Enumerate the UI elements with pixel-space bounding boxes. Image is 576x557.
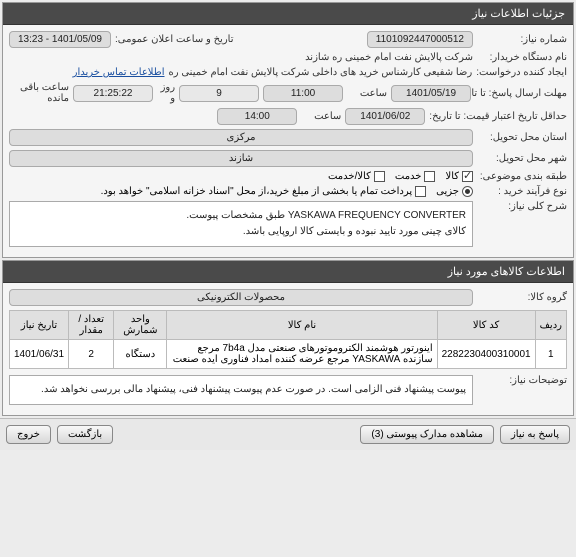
panel-body-items: گروه کالا: محصولات الکترونیکی ردیف کد کا…: [3, 283, 573, 415]
price-validity-date: 1401/06/02: [345, 108, 425, 125]
need-number-label: شماره نیاز:: [477, 34, 567, 45]
category-service-label: خدمت: [395, 171, 422, 182]
deadline-label: مهلت ارسال پاسخ: تا تاریخ:: [475, 88, 567, 99]
items-table: ردیف کد کالا نام کالا واحد شمارش تعداد /…: [9, 310, 567, 369]
days-left-mid: روز و: [157, 82, 175, 104]
contact-buyer-link[interactable]: اطلاعات تماس خریدار: [73, 67, 165, 78]
cell-date: 1401/06/31: [10, 340, 69, 369]
panel-header-details: جزئیات اطلاعات نیاز: [3, 3, 573, 25]
group-label: گروه کالا:: [477, 292, 567, 303]
process-partial[interactable]: جزیی: [436, 186, 473, 197]
category-goods-service-label: کالا/خدمت: [328, 171, 371, 182]
category-label: طبقه بندی موضوعی:: [477, 171, 567, 182]
checkbox-note-icon: [415, 186, 426, 197]
radio-partial-icon: [462, 186, 473, 197]
footer-toolbar: پاسخ به نیاز مشاهده مدارک پیوستی (3) باز…: [0, 418, 576, 450]
cell-idx: 1: [535, 340, 566, 369]
process-group: جزیی پرداخت تمام یا بخشی از مبلغ خرید،از…: [101, 186, 473, 197]
province-label: استان محل تحویل:: [477, 132, 567, 143]
col-code: کد کالا: [437, 311, 535, 340]
days-left-value: 9: [179, 85, 259, 102]
cell-code: 2282230400310001: [437, 340, 535, 369]
col-name: نام کالا: [167, 311, 437, 340]
requester-label: ایجاد کننده درخواست:: [476, 67, 567, 78]
table-header-row: ردیف کد کالا نام کالا واحد شمارش تعداد /…: [10, 311, 567, 340]
col-unit: واحد شمارش: [114, 311, 167, 340]
group-value: محصولات الکترونیکی: [9, 289, 473, 306]
category-goods-label: کالا: [445, 171, 459, 182]
announce-datetime-label: تاریخ و ساعت اعلان عمومی:: [115, 34, 234, 45]
requester-value: رضا شفیعی کارشناس خرید های داخلی شرکت پا…: [169, 67, 473, 78]
process-partial-label: جزیی: [436, 186, 459, 197]
process-note-check[interactable]: پرداخت تمام یا بخشی از مبلغ خرید،از محل …: [101, 186, 427, 197]
price-validity-label: حداقل تاریخ اعتبار قیمت: تا تاریخ:: [429, 111, 567, 122]
reply-button[interactable]: پاسخ به نیاز: [500, 425, 570, 444]
panel-body-details: شماره نیاز: 1101092447000512 تاریخ و ساع…: [3, 25, 573, 257]
deadline-time-label: ساعت: [347, 88, 387, 99]
province-value: مرکزی: [9, 129, 473, 146]
cell-qty: 2: [69, 340, 114, 369]
checkbox-service-icon: [424, 171, 435, 182]
time-remaining-value: 21:25:22: [73, 85, 153, 102]
col-row: ردیف: [535, 311, 566, 340]
col-date: تاریخ نیاز: [10, 311, 69, 340]
cell-unit: دستگاه: [114, 340, 167, 369]
col-qty: تعداد / مقدار: [69, 311, 114, 340]
time-remaining-suffix: ساعت باقی مانده: [9, 82, 69, 104]
process-note-label: پرداخت تمام یا بخشی از مبلغ خرید،از محل …: [101, 186, 413, 197]
panel-header-items: اطلاعات کالاهای مورد نیاز: [3, 261, 573, 283]
table-row[interactable]: 1 2282230400310001 اینورتور هوشمند الکتر…: [10, 340, 567, 369]
need-details-panel: جزئیات اطلاعات نیاز شماره نیاز: 11010924…: [2, 2, 574, 258]
announce-datetime-value: 1401/05/09 - 13:23: [9, 31, 111, 48]
price-validity-time-label: ساعت: [301, 111, 341, 122]
category-goods-service[interactable]: کالا/خدمت: [328, 171, 385, 182]
items-panel: اطلاعات کالاهای مورد نیاز گروه کالا: محص…: [2, 260, 574, 416]
need-desc-label: شرح کلی نیاز:: [477, 201, 567, 212]
category-goods[interactable]: کالا: [445, 171, 473, 182]
checkbox-goods-icon: [462, 171, 473, 182]
category-group: کالا خدمت کالا/خدمت: [328, 171, 473, 182]
buyer-org-value: شرکت پالایش نفت امام خمینی ره شازند: [305, 52, 473, 63]
price-validity-time: 14:00: [217, 108, 297, 125]
notes-label: توضیحات نیاز:: [477, 375, 567, 386]
buyer-org-label: نام دستگاه خریدار:: [477, 52, 567, 63]
city-label: شهر محل تحویل:: [477, 153, 567, 164]
city-value: شازند: [9, 150, 473, 167]
category-service[interactable]: خدمت: [395, 171, 436, 182]
deadline-time-value: 11:00: [263, 85, 343, 102]
attachments-button[interactable]: مشاهده مدارک پیوستی (3): [360, 425, 494, 444]
process-label: نوع فرآیند خرید :: [477, 186, 567, 197]
cell-name: اینورتور هوشمند الکتروموتورهای صنعتی مدل…: [167, 340, 437, 369]
checkbox-goods-service-icon: [374, 171, 385, 182]
back-button[interactable]: بازگشت: [57, 425, 113, 444]
exit-button[interactable]: خروج: [6, 425, 51, 444]
need-desc-box: YASKAWA FREQUENCY CONVERTER طبق مشخصات پ…: [9, 201, 473, 247]
notes-box: پیوست پیشنهاد فنی الزامی است. در صورت عد…: [9, 375, 473, 405]
need-number-value: 1101092447000512: [367, 31, 473, 48]
deadline-date-value: 1401/05/19: [391, 85, 471, 102]
